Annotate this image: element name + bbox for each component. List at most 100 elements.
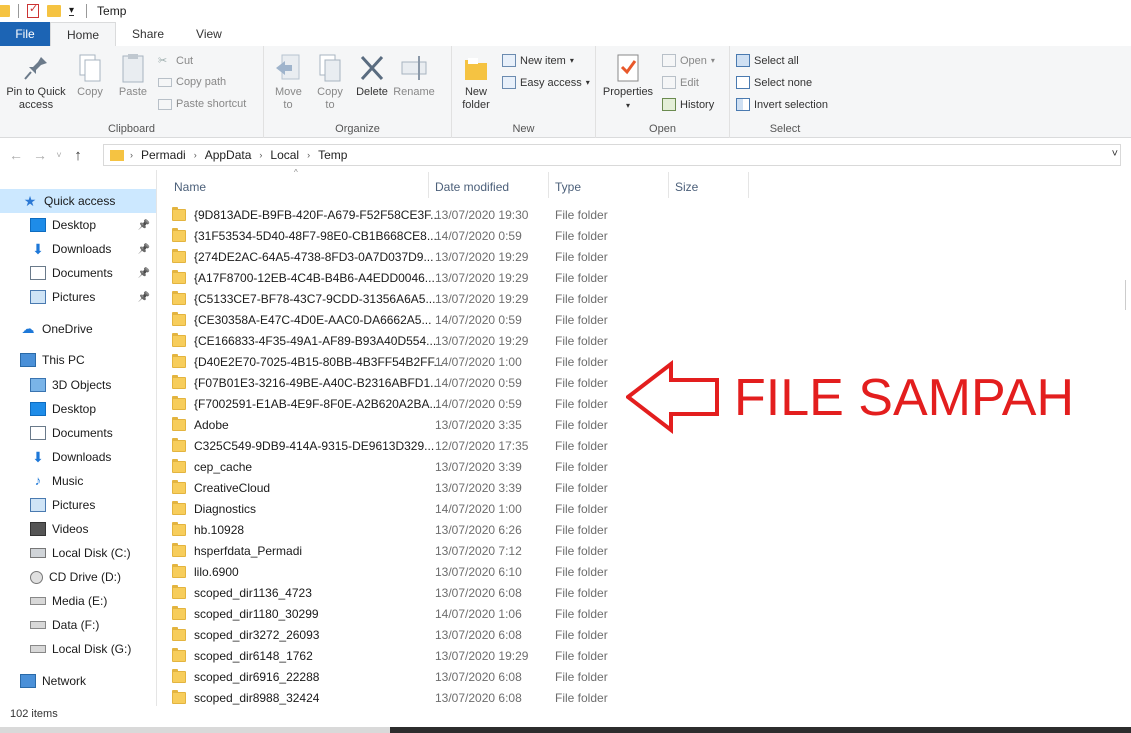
paste-button[interactable]: Paste (114, 52, 152, 99)
recent-locations-icon[interactable]: ˅ (52, 150, 66, 160)
new-folder-button[interactable]: New folder (456, 52, 496, 112)
file-row[interactable]: scoped_dir3272_26093 13/07/2020 6:08 File … (172, 624, 732, 645)
file-row[interactable]: scoped_dir1180_30299 14/07/2020 1:06 File … (172, 603, 732, 624)
sidebar-item[interactable]: Documents 📌 (0, 261, 156, 285)
file-row[interactable]: cep_cache 13/07/2020 3:39 File folder (172, 456, 732, 477)
cut-button[interactable]: ✂ Cut (158, 54, 193, 68)
sidebar-item[interactable]: ☁ OneDrive (0, 317, 156, 341)
file-row[interactable]: Diagnostics 14/07/2020 1:00 File folder (172, 498, 732, 519)
sidebar-item[interactable]: ★ Quick access (0, 189, 156, 213)
download-icon: ⬇ (32, 241, 44, 257)
file-row[interactable]: {C5133CE7-BF78-43C7-9CDD-31356A6A5... 13/… (172, 288, 732, 309)
edit-button[interactable]: Edit (662, 76, 699, 89)
breadcrumb-item[interactable]: AppData (205, 148, 252, 162)
properties-icon[interactable] (27, 2, 39, 18)
customize-toolbar-icon[interactable]: ▾ (69, 5, 75, 16)
sidebar-item[interactable]: ♪ Music (0, 469, 156, 493)
address-bar[interactable]: › Permadi › AppData › Local › Temp ˅ (103, 144, 1121, 166)
sidebar-item[interactable]: Desktop (0, 397, 156, 421)
pin-icon[interactable]: 📌 (138, 292, 150, 303)
select-none-button[interactable]: Select none (736, 76, 812, 89)
file-row[interactable]: {274DE2AC-64A5-4738-8FD3-0A7D037D9... 13/… (172, 246, 732, 267)
move-to-button[interactable]: Move to (268, 52, 308, 112)
tab-share[interactable]: Share (116, 22, 180, 46)
chevron-down-icon[interactable]: ˅ (1112, 148, 1118, 160)
file-row[interactable]: lilo.6900 13/07/2020 6:10 File folder (172, 561, 732, 582)
column-header-type[interactable]: Type (555, 176, 665, 198)
file-row[interactable]: scoped_dir8988_32424 13/07/2020 6:08 File … (172, 687, 732, 708)
file-row[interactable]: {31F53534-5D40-48F7-98E0-CB1B668CE8... 14… (172, 225, 732, 246)
column-separator[interactable] (748, 172, 749, 198)
back-arrow-icon[interactable]: ← (4, 147, 28, 163)
refresh-edge[interactable] (1125, 280, 1131, 310)
sidebar-item[interactable]: Local Disk (C:) (0, 541, 156, 565)
chevron-right-icon[interactable]: › (194, 150, 197, 160)
pane-divider[interactable] (156, 170, 157, 706)
copy-button[interactable]: Copy (72, 52, 108, 99)
up-arrow-icon[interactable]: ↑ (66, 147, 90, 164)
paste-shortcut-button[interactable]: Paste shortcut (158, 98, 246, 110)
open-button[interactable]: Open ▾ (662, 54, 715, 67)
sidebar-item[interactable]: Pictures (0, 493, 156, 517)
tab-home[interactable]: Home (50, 22, 117, 46)
file-row[interactable]: CreativeCloud 13/07/2020 3:39 File folder (172, 477, 732, 498)
pin-quick-access-button[interactable]: Pin to Quick access (4, 52, 68, 112)
sidebar-item[interactable]: Videos (0, 517, 156, 541)
sidebar-item[interactable]: Network (0, 669, 156, 693)
chevron-right-icon[interactable]: › (259, 150, 262, 160)
sidebar-item[interactable]: Media (E:) (0, 589, 156, 613)
pin-icon[interactable]: 📌 (138, 268, 150, 279)
file-type: File folder (555, 690, 608, 705)
copy-to-button[interactable]: Copy to (310, 52, 350, 112)
file-row[interactable]: hsperfdata_Permadi 13/07/2020 7:12 File fo… (172, 540, 732, 561)
invert-selection-button[interactable]: Invert selection (736, 98, 828, 111)
forward-arrow-icon[interactable]: → (28, 147, 52, 163)
delete-button[interactable]: Delete (352, 52, 392, 99)
file-row[interactable]: {CE30358A-E47C-4D0E-AAC0-DA6662A5... 14/0… (172, 309, 732, 330)
file-row[interactable]: {CE166833-4F35-49A1-AF89-B93A40D554... 13… (172, 330, 732, 351)
column-header-size[interactable]: Size (675, 176, 745, 198)
file-row[interactable]: hb.10928 13/07/2020 6:26 File folder (172, 519, 732, 540)
history-button[interactable]: History (662, 98, 714, 111)
sidebar-item[interactable]: Data (F:) (0, 613, 156, 637)
properties-button[interactable]: Properties ▾ (600, 52, 656, 112)
breadcrumb-item[interactable]: Permadi (141, 148, 186, 162)
easy-access-button[interactable]: Easy access ▾ (502, 76, 590, 89)
sidebar-item[interactable]: Documents (0, 421, 156, 445)
pin-icon[interactable]: 📌 (138, 220, 150, 231)
file-type: File folder (555, 585, 608, 600)
new-folder-icon[interactable] (47, 5, 61, 17)
column-separator[interactable] (668, 172, 669, 198)
file-row[interactable]: {A17F8700-12EB-4C4B-B4B6-A4EDD0046... 13/… (172, 267, 732, 288)
chevron-right-icon[interactable]: › (130, 150, 133, 160)
sidebar-item[interactable]: Desktop 📌 (0, 213, 156, 237)
desktop-icon (30, 402, 46, 416)
sidebar-item[interactable]: CD Drive (D:) (0, 565, 156, 589)
column-header-date[interactable]: Date modified (435, 176, 545, 198)
file-row[interactable]: C325C549-9DB9-414A-9315-DE9613D329... 12/… (172, 435, 732, 456)
select-all-button[interactable]: Select all (736, 54, 799, 67)
sidebar-item[interactable]: 3D Objects (0, 373, 156, 397)
column-separator[interactable] (548, 172, 549, 198)
tab-file[interactable]: File (0, 22, 50, 46)
column-separator[interactable] (428, 172, 429, 198)
sidebar-item[interactable]: This PC (0, 348, 156, 372)
chevron-right-icon[interactable]: › (307, 150, 310, 160)
pin-icon[interactable]: 📌 (138, 244, 150, 255)
sidebar-item[interactable]: ⬇ Downloads 📌 (0, 237, 156, 261)
file-row[interactable]: scoped_dir6148_1762 13/07/2020 19:29 File … (172, 645, 732, 666)
breadcrumb-item[interactable]: Temp (318, 148, 347, 162)
rename-button[interactable]: Rename (392, 52, 436, 99)
copy-path-button[interactable]: Copy path (158, 76, 226, 88)
new-item-label: New item (520, 54, 566, 67)
breadcrumb-item[interactable]: Local (270, 148, 299, 162)
file-row[interactable]: scoped_dir1136_4723 13/07/2020 6:08 File f… (172, 582, 732, 603)
tab-view[interactable]: View (180, 22, 238, 46)
new-item-button[interactable]: New item ▾ (502, 54, 574, 67)
file-row[interactable]: scoped_dir6916_22288 13/07/2020 6:08 File … (172, 666, 732, 687)
column-header-name[interactable]: Name (174, 176, 424, 198)
sidebar-item[interactable]: Local Disk (G:) (0, 637, 156, 661)
sidebar-item[interactable]: Pictures 📌 (0, 285, 156, 309)
file-row[interactable]: {9D813ADE-B9FB-420F-A679-F52F58CE3F... 13… (172, 204, 732, 225)
sidebar-item[interactable]: ⬇ Downloads (0, 445, 156, 469)
